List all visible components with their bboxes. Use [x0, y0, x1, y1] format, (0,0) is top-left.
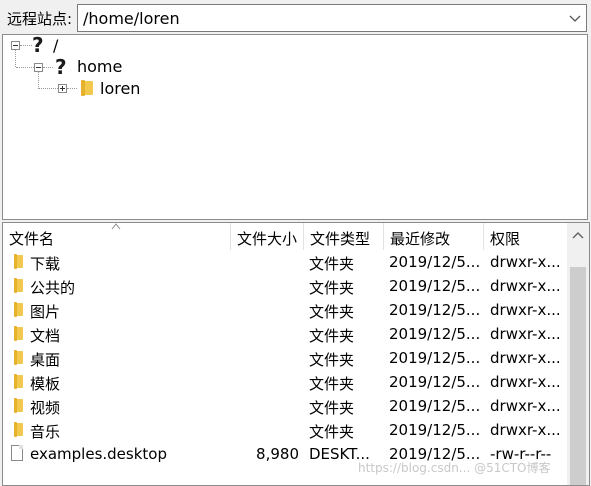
file-permissions: drwxr-x... [490, 397, 561, 415]
column-header-modified[interactable]: 最近修改 [384, 223, 484, 250]
scrollbar-thumb[interactable] [570, 267, 586, 485]
column-header-permissions-label[interactable]: 权限 [490, 228, 520, 249]
chevron-down-icon[interactable] [567, 8, 583, 28]
file-modified: 2019/12/5... [389, 349, 481, 367]
remote-site-label: 远程站点: [7, 10, 73, 28]
column-header-modified-label[interactable]: 最近修改 [390, 228, 450, 249]
folder-icon [14, 278, 23, 293]
file-modified: 2019/12/5... [389, 325, 481, 343]
file-icon [11, 445, 23, 461]
remote-path-combobox[interactable]: /home/loren [77, 4, 587, 32]
file-row[interactable]: 音乐 文件夹 2019/12/5... drwxr-x... [3, 418, 565, 442]
tree-item-root-label[interactable]: / [53, 36, 58, 55]
file-type: 文件夹 [309, 399, 355, 417]
folder-icon [14, 374, 23, 389]
tree-line [15, 50, 16, 67]
tree-line [20, 45, 32, 46]
file-modified: 2019/12/5... [389, 277, 481, 295]
file-type: 文件夹 [309, 327, 355, 345]
file-permissions: drwxr-x... [490, 373, 561, 391]
column-header-filetype[interactable]: 文件类型 [304, 223, 384, 250]
unknown-folder-icon: ? [29, 34, 45, 56]
remote-site-bar: 远程站点: /home/loren [0, 0, 591, 36]
file-modified: 2019/12/5... [389, 301, 481, 319]
sort-ascending-icon [111, 223, 121, 230]
folder-icon [14, 254, 23, 269]
remote-file-list[interactable]: 文件名 文件大小 文件类型 最近修改 权限 下载 文件夹 2019/12/5... d… [2, 222, 590, 486]
column-header-filesize[interactable]: 文件大小 [231, 223, 304, 250]
file-name: 视频 [30, 399, 61, 417]
expand-loren-icon[interactable] [58, 84, 67, 93]
tree-item-home-label[interactable]: home [77, 57, 122, 76]
column-header-filetype-label[interactable]: 文件类型 [310, 228, 370, 249]
file-row[interactable]: 模板 文件夹 2019/12/5... drwxr-x... [3, 370, 565, 394]
file-modified: 2019/12/5... [389, 373, 481, 391]
file-permissions: drwxr-x... [490, 325, 561, 343]
folder-icon [14, 302, 23, 317]
tree-line [39, 88, 58, 89]
file-row[interactable]: 文档 文件夹 2019/12/5... drwxr-x... [3, 322, 565, 346]
collapse-home-icon[interactable] [34, 63, 43, 72]
file-row[interactable]: 图片 文件夹 2019/12/5... drwxr-x... [3, 298, 565, 322]
remote-path-value[interactable]: /home/loren [83, 9, 180, 28]
file-type: 文件夹 [309, 279, 355, 297]
file-permissions: drwxr-x... [490, 253, 561, 271]
file-modified: 2019/12/5... [389, 421, 481, 439]
file-permissions: drwxr-x... [490, 301, 561, 319]
column-header-filename-label[interactable]: 文件名 [9, 228, 54, 249]
tree-line [43, 67, 53, 68]
file-name: 下载 [30, 255, 61, 273]
folder-icon [81, 80, 93, 96]
folder-icon [14, 326, 23, 341]
file-name: 文档 [30, 327, 61, 345]
file-row[interactable]: 桌面 文件夹 2019/12/5... drwxr-x... [3, 346, 565, 370]
watermark-text: https://blog.csdn... @51CTO博客 [358, 461, 551, 475]
file-name: 桌面 [30, 351, 61, 369]
file-permissions: drwxr-x... [490, 349, 561, 367]
scroll-up-arrow-icon[interactable] [572, 231, 584, 239]
file-row[interactable]: 下载 文件夹 2019/12/5... drwxr-x... [3, 250, 565, 274]
file-name: 图片 [30, 303, 61, 321]
unknown-folder-icon: ? [52, 56, 68, 78]
file-type: 文件夹 [309, 351, 355, 369]
file-permissions: drwxr-x... [490, 277, 561, 295]
file-size: 8,980 [256, 445, 299, 463]
tree-line [16, 67, 34, 68]
column-header-filesize-label[interactable]: 文件大小 [237, 228, 297, 249]
column-header-filename[interactable]: 文件名 [3, 223, 231, 250]
column-header-permissions[interactable]: 权限 [484, 223, 564, 250]
folder-icon [14, 350, 23, 365]
file-modified: 2019/12/5... [389, 397, 481, 415]
collapse-root-icon[interactable] [11, 41, 20, 50]
file-name: examples.desktop [30, 445, 167, 463]
tree-line [38, 72, 39, 89]
file-type: 文件夹 [309, 303, 355, 321]
vertical-scrollbar[interactable] [567, 223, 589, 485]
file-row[interactable]: 公共的 文件夹 2019/12/5... drwxr-x... [3, 274, 565, 298]
file-modified: 2019/12/5... [389, 253, 481, 271]
tree-item-loren-label[interactable]: loren [100, 79, 140, 98]
file-name: 音乐 [30, 423, 61, 441]
tree-line [67, 88, 77, 89]
file-type: 文件夹 [309, 423, 355, 441]
remote-directory-tree[interactable]: ? / ? home loren [2, 34, 588, 220]
file-type: 文件夹 [309, 255, 355, 273]
file-type: 文件夹 [309, 375, 355, 393]
file-row[interactable]: 视频 文件夹 2019/12/5... drwxr-x... [3, 394, 565, 418]
file-permissions: drwxr-x... [490, 421, 561, 439]
folder-icon [14, 398, 23, 413]
folder-icon [14, 422, 23, 437]
file-name: 模板 [30, 375, 61, 393]
file-name: 公共的 [30, 279, 76, 297]
